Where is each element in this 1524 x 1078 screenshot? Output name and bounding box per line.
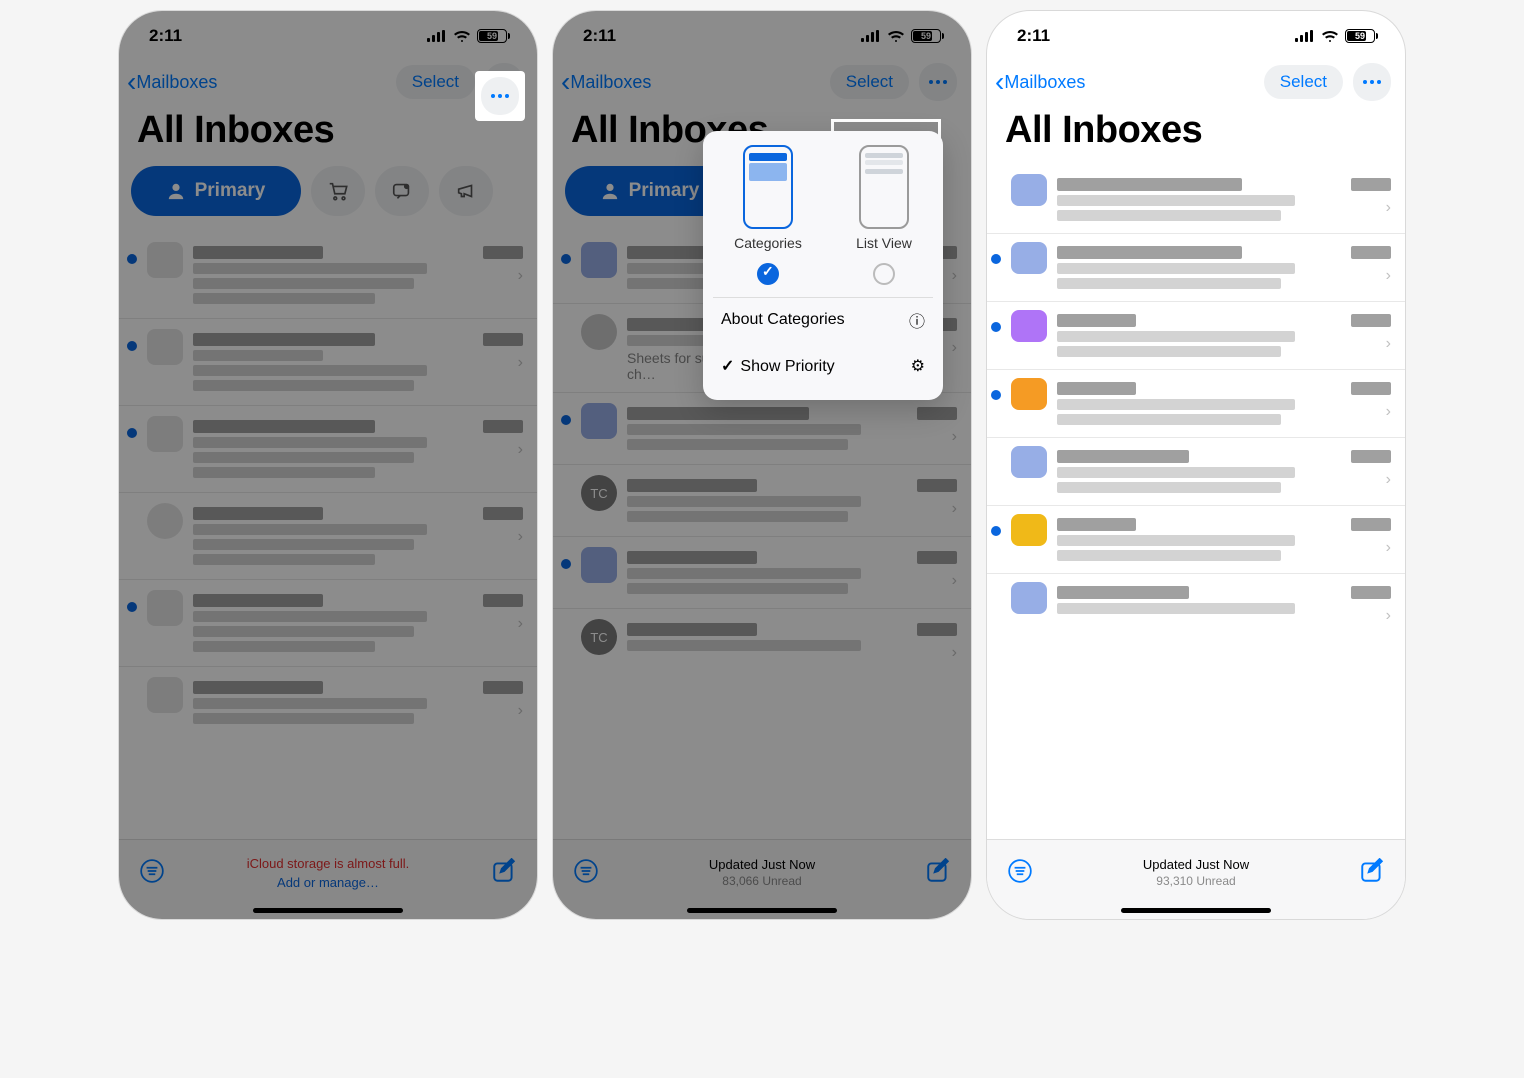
list-item[interactable]: TC› [553,464,971,536]
chip-shopping[interactable] [311,166,365,216]
battery-icon: 59 [477,29,507,43]
filter-button[interactable] [139,858,165,889]
cellular-icon [427,30,447,42]
bottom-toolbar: iCloud storage is almost full.Add or man… [119,839,537,919]
more-button[interactable] [919,63,957,101]
wifi-icon [453,30,471,43]
back-button[interactable]: ‹Mailboxes [127,68,217,96]
chip-primary[interactable]: Primary [131,166,301,216]
wifi-icon [887,30,905,43]
list-item[interactable]: › [119,579,537,666]
option-radio [757,263,779,285]
bottom-status: Updated Just Now93,310 Unread [1143,857,1249,889]
filter-button[interactable] [1007,858,1033,889]
option-categories[interactable]: Categories [734,145,802,285]
compose-button[interactable] [491,858,517,889]
compose-button[interactable] [1359,858,1385,889]
bottom-status: iCloud storage is almost full.Add or man… [247,856,410,892]
list-item[interactable]: › [119,405,537,492]
back-label: Mailboxes [136,72,217,93]
battery-icon: 59 [911,29,941,43]
list-item[interactable]: TC› [553,608,971,672]
wifi-icon [1321,30,1339,43]
list-item[interactable]: › [987,369,1405,437]
compose-icon [491,858,517,884]
list-item[interactable]: › [987,166,1405,233]
listview-preview-icon [859,145,909,229]
back-button[interactable]: ‹Mailboxes [995,68,1085,96]
cart-icon [327,180,349,202]
gear-icon: ⚙ [911,356,925,376]
ellipsis-icon [929,80,947,84]
about-categories-row[interactable]: About Categoriesⓘ [713,297,933,342]
chat-icon [391,180,413,202]
status-bar: 2:11 59 [119,11,537,61]
list-item[interactable]: › [119,318,537,405]
chip-social[interactable] [375,166,429,216]
option-label: List View [856,235,912,251]
bottom-toolbar: Updated Just Now83,066 Unread [553,839,971,919]
screenshot-2: 2:11 59 ‹Mailboxes Select All Inboxes Pr… [552,10,972,920]
cellular-icon [861,30,881,42]
home-indicator [1121,908,1271,913]
chevron-left-icon: ‹ [127,68,136,96]
list-item[interactable]: › [119,492,537,579]
status-time: 2:11 [149,26,182,46]
nav-bar: ‹Mailboxes Select [553,61,971,103]
show-priority-row[interactable]: Show Priority⚙ [713,346,933,386]
list-item[interactable]: › [987,301,1405,369]
option-label: Categories [734,235,802,251]
ellipsis-icon [1363,80,1381,84]
chip-promos[interactable] [439,166,493,216]
more-button[interactable] [1353,63,1391,101]
select-button[interactable]: Select [1264,65,1343,99]
highlight-more [475,71,525,121]
email-list: › › › › › › [119,232,537,738]
bottom-status: Updated Just Now83,066 Unread [709,857,815,889]
option-listview[interactable]: List View [856,145,912,285]
select-button[interactable]: Select [830,65,909,99]
home-indicator [687,908,837,913]
categories-preview-icon [743,145,793,229]
select-button[interactable]: Select [396,65,475,99]
view-popover: Categories List View About Categoriesⓘ S… [703,131,943,400]
list-item[interactable]: › [119,232,537,318]
cellular-icon [1295,30,1315,42]
person-icon [167,182,185,200]
list-item[interactable]: › [553,536,971,608]
list-item[interactable]: › [987,437,1405,505]
email-list: › › › › › › › [987,166,1405,633]
battery-icon: 59 [1345,29,1375,43]
filter-button[interactable] [573,858,599,889]
filter-icon [139,858,165,884]
list-item[interactable]: › [987,505,1405,573]
list-item[interactable]: › [553,392,971,464]
megaphone-icon [455,180,477,202]
compose-button[interactable] [925,858,951,889]
screenshot-3: 2:11 59 ‹Mailboxes Select All Inboxes › … [986,10,1406,920]
info-icon: ⓘ [909,308,925,332]
category-chips: Primary [119,166,537,232]
back-button[interactable]: ‹Mailboxes [561,68,651,96]
option-radio [873,263,895,285]
list-item[interactable]: › [987,233,1405,301]
list-item[interactable]: › [987,573,1405,633]
page-title: All Inboxes [987,103,1405,166]
status-bar: 2:11 59 [553,11,971,61]
home-indicator [253,908,403,913]
status-bar: 2:11 59 [987,11,1405,61]
bottom-toolbar: Updated Just Now93,310 Unread [987,839,1405,919]
screenshot-1: 2:11 59 ‹Mailboxes Select All Inboxes Pr… [118,10,538,920]
nav-bar: ‹Mailboxes Select [987,61,1405,103]
list-item[interactable]: › [119,666,537,738]
